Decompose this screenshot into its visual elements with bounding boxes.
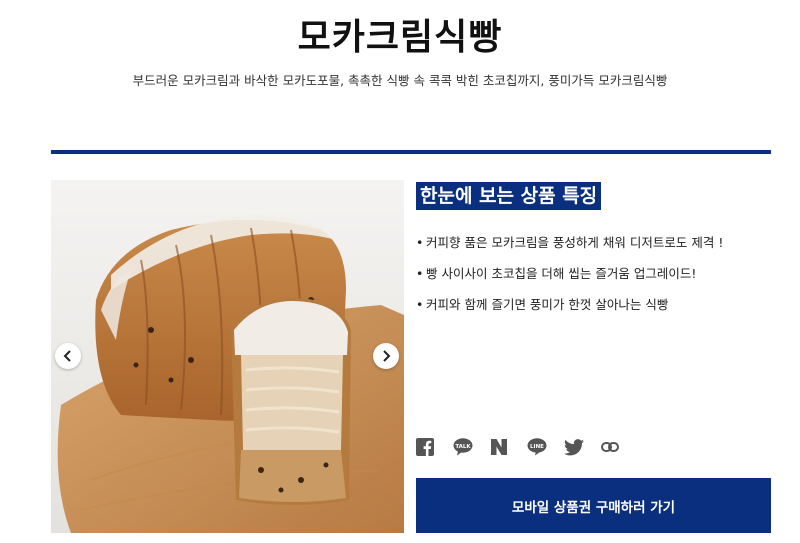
- line-label: LINE: [530, 444, 544, 450]
- kakaotalk-icon: TALK: [453, 438, 473, 456]
- feature-text: 빵 사이사이 초코칩을 더해 씹는 즐거움 업그레이드!: [426, 266, 697, 281]
- list-item: • 커피와 함께 즐기면 풍미가 한껏 살아나는 식빵: [416, 297, 669, 312]
- talk-label: TALK: [455, 444, 471, 450]
- buy-mobile-voucher-button[interactable]: 모바일 상품권 구매하러 가기: [416, 478, 771, 533]
- twitter-share-button[interactable]: [564, 437, 601, 457]
- list-item: • 빵 사이사이 초코칩을 더해 씹는 즐거움 업그레이드!: [416, 266, 697, 281]
- link-icon: [601, 442, 619, 452]
- product-image-carousel[interactable]: [51, 180, 404, 533]
- facebook-icon: [416, 438, 434, 456]
- product-title: 모카크림식빵: [297, 17, 503, 58]
- chevron-right-icon: [383, 350, 391, 362]
- product-photo: [51, 180, 404, 533]
- line-icon: LINE: [527, 438, 547, 456]
- carousel-next-button[interactable]: [373, 343, 399, 369]
- list-item: • 커피향 품은 모카크림을 풍성하게 채워 디저트로도 제격 !: [416, 235, 724, 250]
- naver-icon: [491, 439, 507, 455]
- naver-share-button[interactable]: [490, 437, 527, 457]
- chevron-left-icon: [63, 350, 71, 362]
- kakaotalk-share-button[interactable]: TALK: [453, 437, 490, 457]
- copy-link-button[interactable]: [601, 437, 638, 457]
- section-divider: [51, 150, 771, 154]
- product-subtitle: 부드러운 모카크림과 바삭한 모카도포물, 촉촉한 식빵 속 콕콕 박힌 초코칩…: [132, 73, 668, 88]
- feature-text: 커피향 품은 모카크림을 풍성하게 채워 디저트로도 제격 !: [426, 235, 724, 250]
- twitter-icon: [564, 438, 584, 455]
- facebook-share-button[interactable]: [416, 437, 453, 457]
- line-share-button[interactable]: LINE: [527, 437, 564, 457]
- features-heading: 한눈에 보는 상품 특징: [416, 182, 602, 210]
- share-bar: TALK LINE: [416, 437, 638, 457]
- carousel-prev-button[interactable]: [55, 343, 81, 369]
- feature-text: 커피와 함께 즐기면 풍미가 한껏 살아나는 식빵: [426, 297, 669, 312]
- features-list: • 커피향 품은 모카크림을 풍성하게 채워 디저트로도 제격 ! • 빵 사이사이…: [416, 235, 723, 328]
